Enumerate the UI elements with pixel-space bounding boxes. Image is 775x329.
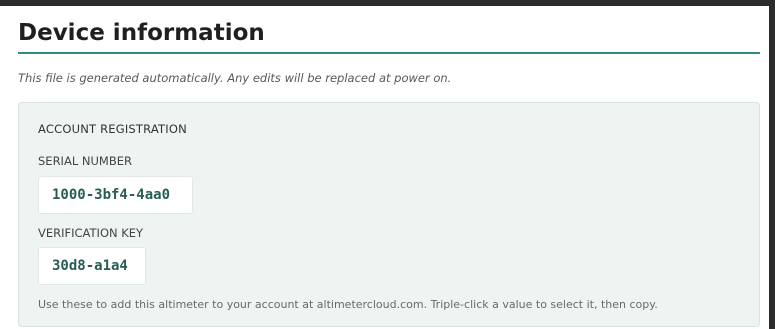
registration-help-text: Use these to add this altimeter to your … bbox=[38, 298, 658, 311]
account-registration-heading: ACCOUNT REGISTRATION bbox=[38, 122, 187, 136]
device-information-page: Device information This file is generate… bbox=[0, 0, 775, 329]
title-divider bbox=[18, 52, 760, 54]
verification-key-value[interactable]: 30d8-a1a4 bbox=[38, 247, 146, 285]
auto-generated-notice: This file is generated automatically. An… bbox=[18, 71, 452, 85]
serial-number-value[interactable]: 1000-3bf4-4aa0 bbox=[38, 176, 193, 214]
serial-number-label: SERIAL NUMBER bbox=[38, 154, 132, 168]
account-registration-panel: ACCOUNT REGISTRATION SERIAL NUMBER 1000-… bbox=[18, 102, 760, 327]
verification-key-label: VERIFICATION KEY bbox=[38, 226, 144, 240]
page-title: Device information bbox=[18, 20, 265, 46]
